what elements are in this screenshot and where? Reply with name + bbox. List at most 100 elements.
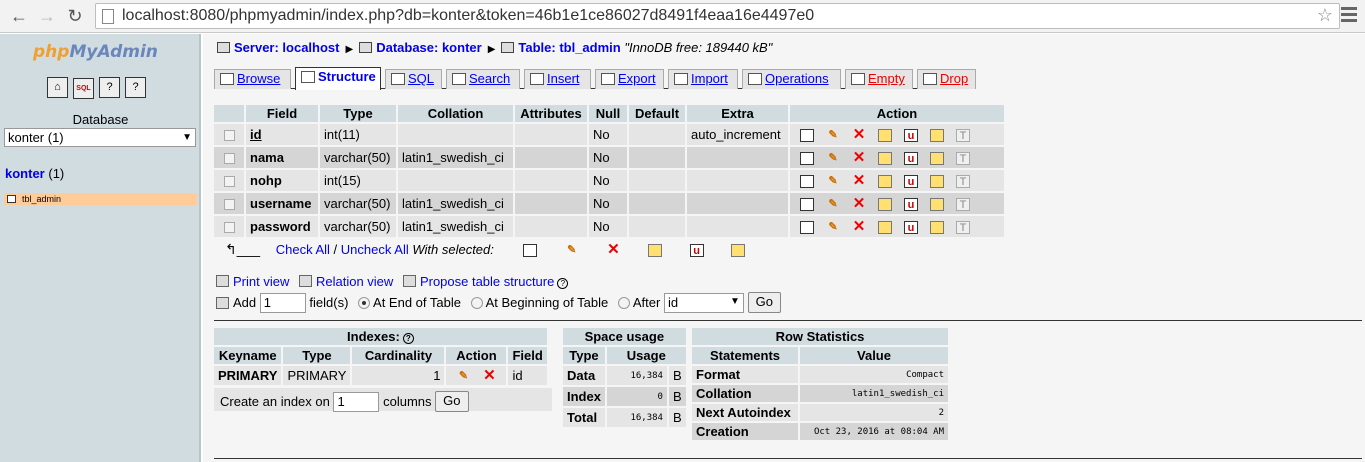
unique-icon[interactable]: u [904,129,918,143]
field-null: No [589,216,627,237]
pencil-icon[interactable]: ✎ [826,129,840,142]
browse-icon[interactable] [800,198,814,212]
add-fields-go-button[interactable]: Go [747,292,781,313]
index-icon[interactable] [930,152,944,166]
tab-search[interactable]: Search [446,69,520,89]
help-icon[interactable]: ? [557,278,569,289]
index-icon[interactable] [930,198,944,212]
index-icon[interactable] [930,175,944,189]
column-header: Action [446,347,507,364]
forward-arrow-icon[interactable]: → [36,5,58,27]
index-icon[interactable] [731,244,746,258]
breadcrumb-database[interactable]: Database: konter [376,40,481,55]
fulltext-icon[interactable]: T [956,129,970,143]
browse-icon[interactable] [800,152,814,166]
browse-icon[interactable] [800,175,814,189]
tab-empty[interactable]: Empty [845,69,913,89]
primary-key-icon[interactable] [878,175,892,189]
tab-operations[interactable]: Operations [742,69,841,89]
index-icon[interactable] [930,221,944,235]
tab-drop[interactable]: Drop [917,69,976,89]
browse-icon[interactable] [523,244,538,258]
row-checkbox[interactable] [223,199,235,211]
unique-icon[interactable]: u [689,244,704,258]
database-select[interactable]: konter (1) ▼ [4,128,196,147]
add-field-count-input[interactable]: 1 [259,292,306,313]
create-index-go-button[interactable]: Go [435,391,469,412]
browse-icon[interactable] [800,129,814,143]
pencil-icon[interactable]: ✎ [826,221,840,234]
unique-icon[interactable]: u [904,152,918,166]
breadcrumb-server[interactable]: Server: localhost [234,40,340,55]
space-value: 16,384 [606,408,667,427]
uncheck-all-link[interactable]: Uncheck All [341,242,409,257]
row-checkbox[interactable] [223,176,235,188]
sql-query-icon[interactable]: SQL [73,78,94,99]
at-beginning-radio[interactable] [470,296,483,309]
unique-icon[interactable]: u [904,175,918,189]
unique-icon[interactable]: u [904,198,918,212]
browse-icon[interactable] [800,221,814,235]
unique-icon[interactable]: u [904,221,918,235]
primary-key-icon[interactable] [878,129,892,143]
at-end-radio[interactable] [358,296,371,309]
help-icon[interactable]: ? [402,333,414,344]
tab-label: Insert [547,71,580,86]
reload-icon[interactable]: ↻ [64,5,86,27]
delete-icon[interactable]: ✕ [606,242,620,257]
fulltext-icon[interactable]: T [956,152,970,166]
phpmyadmin-logo[interactable]: phpMyAdmin [33,42,158,62]
row-checkbox[interactable] [223,130,235,142]
propose-structure-link[interactable]: Propose table structure [420,274,554,289]
primary-key-icon[interactable] [878,152,892,166]
relation-view-link[interactable]: Relation view [316,274,393,289]
delete-icon[interactable]: ✕ [852,196,866,211]
back-arrow-icon[interactable]: ← [8,5,30,27]
docs-icon[interactable]: ? [99,77,120,98]
fulltext-icon[interactable]: T [956,198,970,212]
fulltext-icon[interactable]: T [956,221,970,235]
primary-key-icon[interactable] [648,244,662,258]
breadcrumb-table[interactable]: Table: tbl_admin [518,40,620,55]
row-checkbox[interactable] [223,222,235,234]
after-radio[interactable] [617,296,630,309]
check-all-link[interactable]: Check All [276,242,330,257]
sidebar-item-tbl-admin[interactable]: tbl_admin [4,193,197,205]
tab-import[interactable]: Import [668,69,738,89]
home-icon[interactable]: ⌂ [47,77,68,98]
row-checkbox[interactable] [223,153,235,165]
database-link[interactable]: konter [5,166,45,181]
field-default [629,147,685,168]
breadcrumb-arrow-icon: ▶ [487,44,496,55]
create-index-form: Create an index on 1 columns Go [214,388,552,412]
pencil-icon[interactable]: ✎ [826,175,840,188]
after-field-select[interactable]: id ▼ [663,292,744,313]
tab-structure[interactable]: Structure [295,67,381,90]
index-icon[interactable] [930,129,944,143]
delete-icon[interactable]: ✕ [482,368,496,383]
print-view-link[interactable]: Print view [233,274,289,289]
primary-key-icon[interactable] [878,198,892,212]
bookmark-star-icon[interactable]: ☆ [1317,5,1333,26]
delete-icon[interactable]: ✕ [852,219,866,234]
pencil-icon[interactable]: ✎ [565,244,579,257]
tab-sql[interactable]: SQL [385,69,442,89]
row-statistics-body: Format Compact Collation latin1_swedish_ci N… [692,366,948,440]
delete-icon[interactable]: ✕ [852,150,866,165]
table-row: Index 0 B [563,387,686,406]
address-bar[interactable]: localhost:8080/phpmyadmin/index.php?db=k… [95,3,1340,29]
primary-key-icon[interactable] [878,221,892,235]
space-value: 16,384 [606,366,667,385]
fulltext-icon[interactable]: T [956,175,970,189]
delete-icon[interactable]: ✕ [852,127,866,142]
pencil-icon[interactable]: ✎ [826,152,840,165]
tab-browse[interactable]: Browse [214,69,291,89]
index-columns-input[interactable]: 1 [333,391,380,412]
tab-insert[interactable]: Insert [524,69,591,89]
pencil-icon[interactable]: ✎ [456,370,470,383]
menu-icon[interactable] [1341,7,1357,25]
pencil-icon[interactable]: ✎ [826,198,840,211]
sql-docs-icon[interactable]: ? [125,77,146,98]
tab-export[interactable]: Export [595,69,664,89]
delete-icon[interactable]: ✕ [852,173,866,188]
